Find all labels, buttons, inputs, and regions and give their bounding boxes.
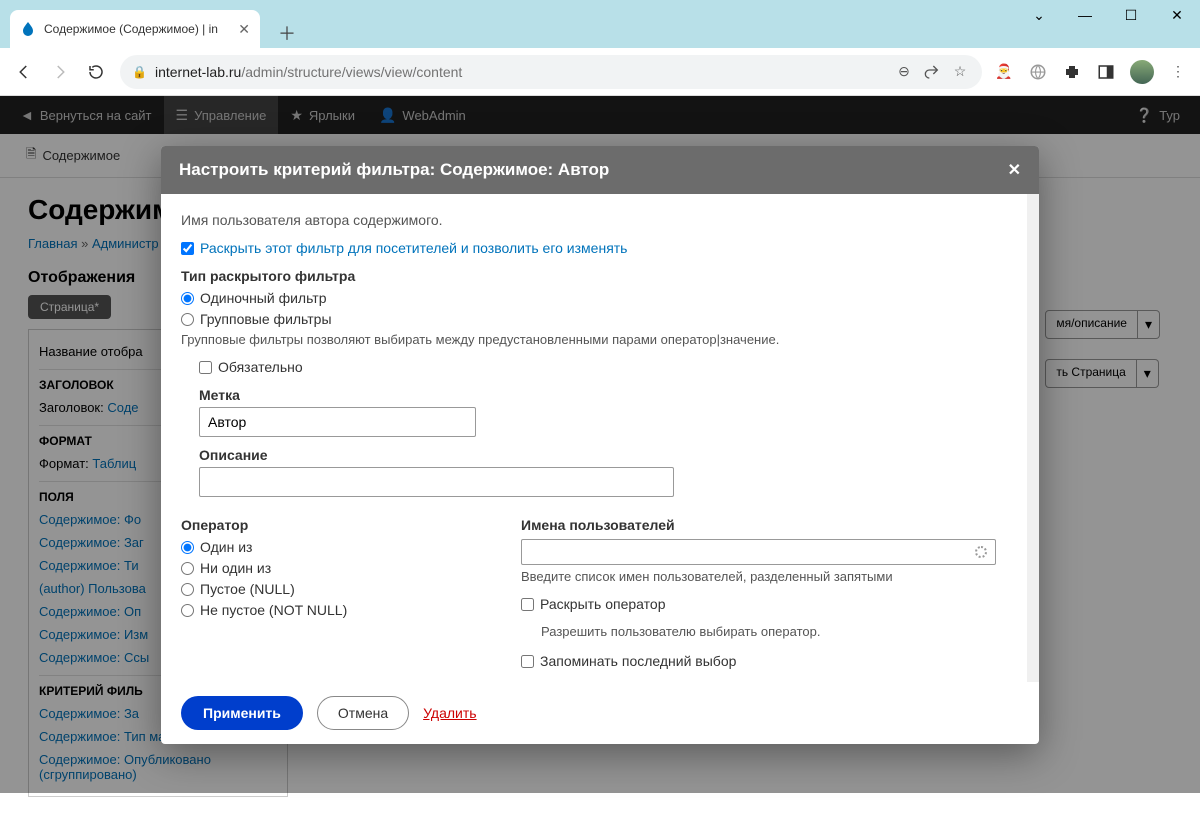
extensions-icon[interactable] xyxy=(1062,62,1082,82)
usernames-label: Имена пользователей xyxy=(521,517,1007,533)
remember-label[interactable]: Запоминать последний выбор xyxy=(540,653,736,669)
tab-close-icon[interactable]: ✕ xyxy=(238,21,250,38)
tab-title: Содержимое (Содержимое) | in xyxy=(44,22,230,36)
close-window-button[interactable]: ✕ xyxy=(1154,0,1200,30)
label-input[interactable] xyxy=(199,407,476,437)
description-field-label: Описание xyxy=(199,447,1007,463)
apply-button[interactable]: Применить xyxy=(181,696,303,730)
radio-single-label[interactable]: Одиночный фильтр xyxy=(200,290,327,306)
op-none-of[interactable] xyxy=(181,562,194,575)
op-null[interactable] xyxy=(181,583,194,596)
share-icon[interactable] xyxy=(922,62,942,82)
forward-button[interactable] xyxy=(48,60,72,84)
expose-operator-help: Разрешить пользователю выбирать оператор… xyxy=(541,624,1007,639)
required-checkbox[interactable] xyxy=(199,361,212,374)
modal-title: Настроить критерий фильтра: Содержимое: … xyxy=(179,160,1008,180)
menu-icon[interactable]: ⋮ xyxy=(1168,62,1188,82)
reload-button[interactable] xyxy=(84,60,108,84)
caret-down-icon[interactable]: ⌄ xyxy=(1016,0,1062,30)
label-field-label: Метка xyxy=(199,387,1007,403)
filter-config-modal: Настроить критерий фильтра: Содержимое: … xyxy=(161,146,1039,744)
radio-single[interactable] xyxy=(181,292,194,305)
expose-operator-checkbox[interactable] xyxy=(521,598,534,611)
intro-text: Имя пользователя автора содержимого. xyxy=(181,212,1007,228)
panel-icon[interactable] xyxy=(1096,62,1116,82)
remember-checkbox[interactable] xyxy=(521,655,534,668)
usernames-input[interactable] xyxy=(521,539,996,565)
maximize-button[interactable]: ☐ xyxy=(1108,0,1154,30)
profile-avatar[interactable] xyxy=(1130,60,1154,84)
lock-icon: 🔒 xyxy=(132,65,147,79)
new-tab-button[interactable]: ＋ xyxy=(270,18,304,48)
modal-overlay: Настроить критерий фильтра: Содержимое: … xyxy=(0,96,1200,793)
op-one-of[interactable] xyxy=(181,541,194,554)
url-bar[interactable]: 🔒 internet-lab.ru/admin/structure/views/… xyxy=(120,55,982,89)
modal-close-icon[interactable]: ✕ xyxy=(1008,160,1021,180)
browser-tab[interactable]: Содержимое (Содержимое) | in ✕ xyxy=(10,10,260,48)
drupal-favicon xyxy=(20,21,36,37)
back-button[interactable] xyxy=(12,60,36,84)
group-help: Групповые фильтры позволяют выбирать меж… xyxy=(181,332,1007,347)
extension-santa-icon[interactable]: 🎅 xyxy=(994,62,1014,82)
modal-footer: Применить Отмена Удалить xyxy=(161,682,1039,744)
op-not-null[interactable] xyxy=(181,604,194,617)
operator-label: Оператор xyxy=(181,517,481,533)
loading-spinner-icon xyxy=(975,546,987,558)
radio-group[interactable] xyxy=(181,313,194,326)
minimize-button[interactable]: — xyxy=(1062,0,1108,30)
expose-label[interactable]: Раскрыть этот фильтр для посетителей и п… xyxy=(200,240,627,256)
globe-icon[interactable] xyxy=(1028,62,1048,82)
required-label[interactable]: Обязательно xyxy=(218,359,303,375)
modal-header: Настроить критерий фильтра: Содержимое: … xyxy=(161,146,1039,194)
description-input[interactable] xyxy=(199,467,674,497)
usernames-help: Введите список имен пользователей, разде… xyxy=(521,569,1007,584)
exposed-type-label: Тип раскрытого фильтра xyxy=(181,268,1007,284)
expose-checkbox[interactable] xyxy=(181,242,194,255)
browser-toolbar: 🔒 internet-lab.ru/admin/structure/views/… xyxy=(0,48,1200,96)
star-icon[interactable]: ☆ xyxy=(950,62,970,82)
radio-group-label[interactable]: Групповые фильтры xyxy=(200,311,332,327)
url-text: internet-lab.ru/admin/structure/views/vi… xyxy=(155,64,886,80)
cancel-button[interactable]: Отмена xyxy=(317,696,409,730)
zoom-icon[interactable]: ⊖ xyxy=(894,62,914,82)
expose-operator-label[interactable]: Раскрыть оператор xyxy=(540,596,665,612)
modal-body: Имя пользователя автора содержимого. Рас… xyxy=(161,194,1039,682)
remove-link[interactable]: Удалить xyxy=(423,705,476,721)
browser-titlebar: Содержимое (Содержимое) | in ✕ ＋ ⌄ — ☐ ✕ xyxy=(0,0,1200,48)
